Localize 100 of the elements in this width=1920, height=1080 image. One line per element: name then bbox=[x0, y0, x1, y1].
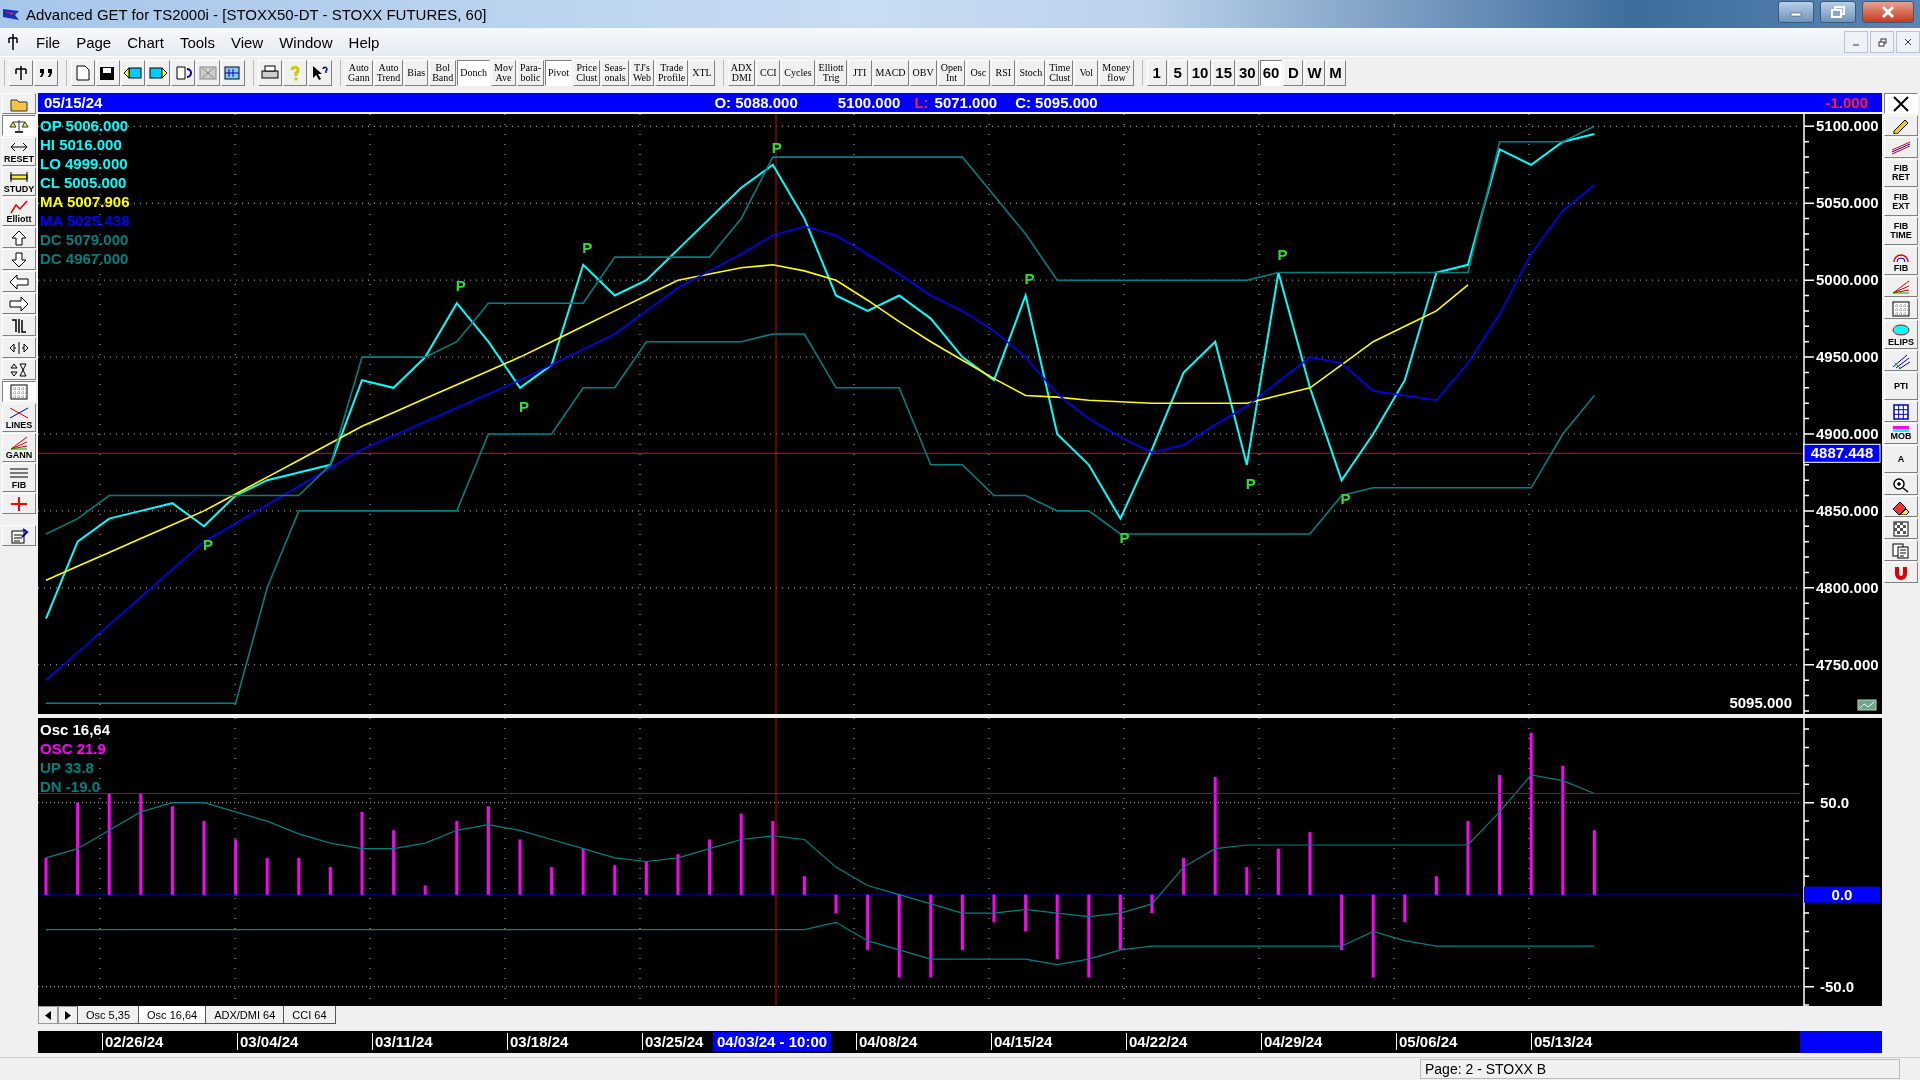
tool-button[interactable]: A bbox=[1884, 445, 1918, 473]
date-label: 04/29/24 bbox=[1261, 1033, 1323, 1050]
toolbar-button[interactable]: Osc bbox=[966, 60, 991, 86]
tool-button[interactable]: ELIPS bbox=[1884, 320, 1918, 349]
tool-button[interactable]: FIB bbox=[2, 463, 36, 492]
toolbar-button[interactable]: Open Int bbox=[937, 60, 966, 86]
axis-label: 5050.000 bbox=[1816, 194, 1879, 212]
page-left-icon bbox=[123, 65, 143, 81]
toolbar-button[interactable]: CCI bbox=[756, 60, 781, 86]
oscillator-bar bbox=[328, 867, 332, 895]
date-label: 03/11/24 bbox=[372, 1033, 433, 1050]
tab[interactable]: Osc 5,35 bbox=[77, 1006, 140, 1024]
toolbar-button[interactable]: Mov Ave bbox=[491, 60, 516, 86]
minimize-button[interactable] bbox=[1844, 31, 1868, 53]
tool-button[interactable]: FIB EXT bbox=[1884, 188, 1918, 216]
toolbar-button[interactable]: ADX DMI bbox=[727, 60, 756, 86]
toolbar-button[interactable]: 5 bbox=[1167, 60, 1188, 86]
toolbar-button[interactable]: Price Clust bbox=[573, 60, 601, 86]
toolbar-button[interactable]: 10 bbox=[1188, 60, 1212, 86]
toolbar-button[interactable]: Seas- onals bbox=[601, 60, 629, 86]
toolbar-button[interactable]: XTL bbox=[689, 60, 715, 86]
price-marker: 4887.448 bbox=[1803, 443, 1881, 463]
printer-icon bbox=[260, 65, 280, 81]
pivot-label: P bbox=[203, 536, 213, 554]
menu-item[interactable]: File bbox=[28, 31, 69, 53]
menu-item[interactable]: View bbox=[222, 31, 272, 53]
cursor-date-label: 04/03/24 - 10:00 bbox=[713, 1032, 832, 1051]
copy-icon bbox=[1891, 542, 1911, 559]
arrow-down-icon bbox=[9, 251, 29, 268]
tool-button[interactable]: FIB RET bbox=[1884, 159, 1918, 187]
tool-button[interactable] bbox=[1884, 93, 1918, 114]
low-value: 5071.000 bbox=[934, 94, 998, 111]
tab[interactable]: Osc 16,64 bbox=[138, 1006, 207, 1024]
toolbar-button[interactable]: Bol Band bbox=[429, 60, 457, 86]
toolbar-button[interactable]: TJ's Web bbox=[629, 60, 654, 86]
close-button[interactable] bbox=[1862, 1, 1914, 23]
arrow-right-icon bbox=[9, 295, 29, 312]
legend-value: CL 5005.000 bbox=[40, 173, 128, 192]
toolbar-button[interactable]: Pivot bbox=[545, 60, 573, 86]
tool-button[interactable]: LINES bbox=[2, 403, 36, 432]
tool-button[interactable]: Elliott bbox=[2, 197, 36, 226]
date-label: 05/06/24 bbox=[1396, 1033, 1458, 1050]
toolbar-button[interactable]: Money flow bbox=[1099, 60, 1134, 86]
tool-button[interactable]: FIB TIME bbox=[1884, 217, 1918, 245]
tool-button[interactable] bbox=[2, 115, 36, 136]
toolbar-button[interactable]: 30 bbox=[1236, 60, 1259, 86]
toolbar-button[interactable]: Cycles bbox=[781, 60, 815, 86]
legend-value: MA 5025.438 bbox=[40, 211, 130, 230]
scroll-left-button[interactable] bbox=[38, 1006, 58, 1024]
tool-button[interactable]: STUDY bbox=[2, 167, 36, 196]
close-icon bbox=[1904, 38, 1912, 46]
fan-icon bbox=[1891, 278, 1911, 295]
toolbar-button[interactable]: 1 bbox=[1146, 60, 1167, 86]
oscillator-bar bbox=[1055, 894, 1059, 960]
menu-item[interactable]: Chart bbox=[119, 31, 172, 53]
scroll-right-button[interactable] bbox=[58, 1006, 78, 1024]
ellipse-icon bbox=[1891, 322, 1911, 338]
menu-item[interactable]: Help bbox=[340, 31, 388, 53]
tool-button[interactable]: MOB bbox=[1884, 423, 1918, 444]
toolbar-button[interactable]: 15 bbox=[1212, 60, 1235, 86]
toolbar-button[interactable]: W bbox=[1304, 60, 1325, 86]
menu-item[interactable]: Window bbox=[271, 31, 341, 53]
rotate-icon bbox=[173, 65, 193, 81]
toolbar-button[interactable]: Auto Gann bbox=[345, 60, 373, 86]
pivot-label: P bbox=[455, 277, 466, 295]
tool-button[interactable]: RESET bbox=[2, 137, 36, 166]
status-text: Page: 2 - STOXX B bbox=[1420, 1059, 1900, 1079]
toolbar-button[interactable]: Stoch bbox=[1016, 60, 1046, 86]
menu-item[interactable]: Page bbox=[68, 31, 120, 53]
toolbar-button[interactable]: RSI bbox=[991, 60, 1016, 86]
tab[interactable]: CCI 64 bbox=[283, 1006, 336, 1024]
minimize-button[interactable] bbox=[1778, 1, 1814, 23]
toolbar-button[interactable]: Time Clust bbox=[1046, 60, 1074, 86]
toolbar-button[interactable]: JTI bbox=[847, 60, 872, 86]
toolbar-button[interactable]: MACD bbox=[872, 60, 909, 86]
menu-item[interactable]: Tools bbox=[171, 31, 223, 53]
close-button[interactable] bbox=[1896, 31, 1920, 53]
maximize-button[interactable] bbox=[1820, 1, 1856, 23]
toolbar-button[interactable]: Trade Profile bbox=[655, 60, 689, 86]
toolbar-button[interactable]: M bbox=[1325, 60, 1346, 86]
toolbar-button[interactable]: OBV bbox=[909, 60, 937, 86]
tool-button[interactable]: FIB bbox=[1884, 246, 1918, 275]
oscillator-bar bbox=[44, 857, 48, 895]
window-title: Advanced GET for TS2000i - [STOXX50-DT - STOXX FUTURES, 60] bbox=[26, 5, 487, 23]
toolbar-button[interactable]: 60 bbox=[1259, 60, 1283, 86]
tool-button[interactable]: PTI bbox=[1884, 372, 1918, 400]
bracket-icon bbox=[9, 317, 29, 334]
toolbar-button[interactable]: Auto Trend bbox=[373, 60, 404, 86]
toolbar-button[interactable]: Donch bbox=[457, 60, 490, 86]
toolbar-button[interactable]: Elliott Trig bbox=[815, 60, 847, 86]
toolbar-button[interactable]: Para- bolic bbox=[516, 60, 544, 86]
tool-button[interactable]: GANN bbox=[2, 433, 36, 462]
oscillator-bar bbox=[834, 894, 838, 914]
toolbar-button[interactable]: Bias bbox=[404, 60, 429, 86]
oscillator-bar bbox=[1308, 832, 1312, 895]
table-grid-icon bbox=[1891, 403, 1911, 420]
crossing-lines-icon bbox=[9, 405, 29, 421]
date-label: 03/04/24 bbox=[237, 1033, 299, 1050]
toolbar-button[interactable]: D bbox=[1283, 60, 1304, 86]
toolbar-button[interactable]: Vol bbox=[1074, 60, 1099, 86]
